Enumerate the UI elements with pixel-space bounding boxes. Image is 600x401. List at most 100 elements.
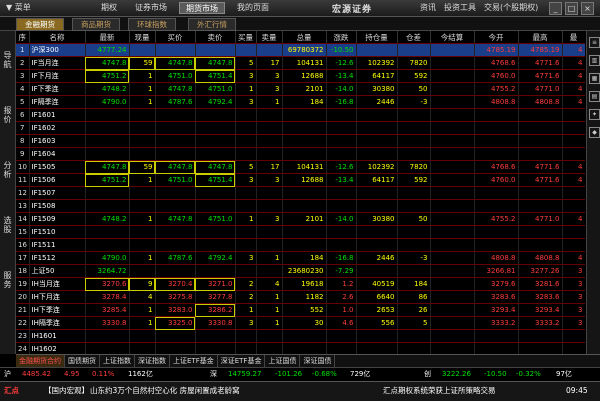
btab-sz-etf[interactable]: 深证ETF基金	[218, 355, 266, 367]
list-icon[interactable]: ≡	[589, 37, 600, 48]
chart-icon[interactable]: ▥	[589, 55, 600, 66]
subtab-commodity-futures[interactable]: 商品期货	[72, 18, 120, 31]
sidebar-item-services[interactable]: 服务	[2, 271, 13, 289]
table-row[interactable]: 13 IF1508	[16, 199, 585, 213]
table-cell: 1	[256, 251, 283, 265]
table-row[interactable]: 1 沪深300 4777.24 69780372 -10.50 4785.19 4785.1…	[16, 43, 585, 57]
nav-tab-securities[interactable]: 证券市场	[129, 2, 173, 14]
table-row[interactable]: 11 IF1506 4751.2 1 4751.0 4751.4 3 3 12688 -13.4 6…	[16, 173, 585, 187]
table-row[interactable]: 12 IF1507	[16, 186, 585, 200]
index-sh-amount: 1162亿	[128, 370, 153, 378]
btab-sh-etf[interactable]: 上证ETF基金	[170, 355, 218, 367]
table-cell: 2101	[282, 82, 327, 96]
table-row[interactable]: 14 IF1509 4748.2 1 4747.8 4751.0 1 3 2101 -14.0 30…	[16, 212, 585, 226]
table-row[interactable]: 15 IF1510	[16, 225, 585, 239]
news-ticker[interactable]: 山东约3万个自然村空心化 房屋闲置成老龄窝	[90, 386, 240, 396]
doc-icon[interactable]: ▤	[589, 91, 600, 102]
table-row[interactable]: 6 IF1601	[16, 108, 585, 122]
col-header-open-interest[interactable]: 持仓量	[356, 31, 398, 44]
btab-sz-index[interactable]: 深证指数	[135, 355, 170, 367]
col-header-name[interactable]: 名称	[29, 31, 86, 44]
table-row[interactable]: 5 IF隔季连 4790.0 1 4787.6 4792.4 3 1 184 -16.8 2446-…	[16, 95, 585, 109]
col-header-total-vol[interactable]: 总量	[282, 31, 327, 44]
table-row[interactable]: 2 IF当月连 4747.8 59 4747.8 4747.8 5 17 104131 -12.6…	[16, 56, 585, 70]
table-row[interactable]: 19 IH当月连 3270.6 9 3270.4 3271.0 2 4 19618 1.2 4051…	[16, 277, 585, 291]
table-row[interactable]: 17 IF1512 4790.0 1 4787.6 4792.4 3 1 184 -16.8 244…	[16, 251, 585, 265]
table-row[interactable]: 8 IF1603	[16, 134, 585, 148]
table-cell: 86	[397, 290, 431, 304]
table-row[interactable]: 7 IF1602	[16, 121, 585, 135]
table-cell	[195, 121, 236, 135]
nav-tab-my-page[interactable]: 我的页面	[231, 2, 275, 14]
col-header-open[interactable]: 今开	[474, 31, 519, 44]
col-header-cur-vol[interactable]: 现量	[129, 31, 156, 44]
sidebar-item-quotes[interactable]: 报价	[2, 106, 13, 124]
menu-news[interactable]: 资讯	[420, 2, 436, 14]
table-row[interactable]: 3 IF下月连 4751.2 1 4751.0 4751.4 3 3 12688 -13.4 641…	[16, 69, 585, 83]
table-cell	[256, 342, 283, 354]
table-row[interactable]: 21 IH下季连 3285.4 1 3283.0 3286.2 1 1 552 1.0 2653 26…	[16, 303, 585, 317]
table-cell	[155, 342, 196, 354]
table-row[interactable]: 20 IH下月连 3278.4 4 3275.8 3277.8 2 1 1182 2.6 6640 8…	[16, 290, 585, 304]
table-row[interactable]: 23 IH1601	[16, 329, 585, 343]
table-cell	[430, 238, 475, 252]
table-row[interactable]: 10 IF1505 4747.8 59 4747.8 4747.8 5 17 104131 -12…	[16, 160, 585, 174]
table-row[interactable]: 22 IH隔季连 3330.8 1 3325.0 3330.8 3 1 30 4.6 556 5 333…	[16, 316, 585, 330]
maximize-button[interactable]: □	[565, 2, 578, 15]
col-header-bid[interactable]: 买价	[155, 31, 196, 44]
table-row[interactable]: 16 IF1511	[16, 238, 585, 252]
nav-tab-futures[interactable]: 期货市场	[179, 2, 225, 14]
table-cell	[195, 238, 236, 252]
table-cell: 3277.26	[518, 264, 563, 278]
table-cell: 12688	[282, 69, 327, 83]
news-tag[interactable]: 【国内宏观】	[44, 386, 89, 396]
table-cell: IF1512	[29, 251, 86, 265]
col-header-last[interactable]: 最新	[85, 31, 130, 44]
btab-bond-futures[interactable]: 国债期货	[65, 355, 100, 367]
col-header-ask[interactable]: 卖价	[195, 31, 236, 44]
btab-sh-bond[interactable]: 上证国债	[265, 355, 301, 367]
table-row[interactable]: 4 IF下季连 4748.2 1 4747.8 4751.0 1 3 2101 -14.0 3038…	[16, 82, 585, 96]
table-cell: 4755.2	[474, 212, 519, 226]
table-cell	[129, 186, 156, 200]
sidebar-item-stock-picker[interactable]: 选股	[2, 216, 13, 234]
col-header-ask-vol[interactable]: 卖量	[256, 31, 283, 44]
table-cell: 4	[562, 95, 585, 109]
btab-financial-futures[interactable]: 金融期货合约	[16, 355, 65, 367]
col-header-bid-vol[interactable]: 买量	[235, 31, 257, 44]
col-header-last-col[interactable]: 最	[562, 31, 585, 44]
btab-sz-bond[interactable]: 深证国债	[300, 355, 336, 367]
table-cell	[397, 199, 431, 213]
table-row[interactable]: 9 IF1604	[16, 147, 585, 161]
table-cell	[430, 290, 475, 304]
menu-trade[interactable]: 交易(个股期权)	[484, 2, 538, 14]
table-cell	[397, 264, 431, 278]
table-cell	[397, 147, 431, 161]
subtab-global-index[interactable]: 环球指数	[128, 18, 176, 31]
table-row[interactable]: 24 IH1602	[16, 342, 585, 354]
nav-tab-options[interactable]: 期权	[95, 2, 123, 14]
sidebar-item-analysis[interactable]: 分析	[2, 161, 13, 179]
alert-icon[interactable]: ◆	[589, 127, 600, 138]
minimize-button[interactable]: _	[549, 2, 562, 15]
main-menu-button[interactable]: ▼ 菜单	[3, 2, 34, 13]
col-header-seq[interactable]: 序	[16, 31, 30, 44]
table-row[interactable]: 18 上证50 3264.72 23680230 -7.29 3266.81 3277.26…	[16, 264, 585, 278]
notice-text[interactable]: 汇点期权系统荣获上证所策略交易	[383, 386, 496, 396]
tool-icon[interactable]: ✦	[589, 109, 600, 120]
grid-icon[interactable]: ▦	[589, 73, 600, 84]
subtab-forex[interactable]: 外汇行情	[188, 18, 236, 31]
col-header-change[interactable]: 涨跌	[326, 31, 357, 44]
btab-sh-index[interactable]: 上证指数	[100, 355, 135, 367]
col-header-high[interactable]: 最高	[518, 31, 563, 44]
table-cell: 7	[16, 121, 30, 135]
table-cell: 9	[16, 147, 30, 161]
menu-invest-tools[interactable]: 投资工具	[444, 2, 476, 14]
close-button[interactable]: ×	[581, 2, 594, 15]
table-cell: 1	[235, 82, 257, 96]
subtab-financial-futures[interactable]: 金融期货	[16, 18, 64, 31]
col-header-settlement[interactable]: 今结算	[430, 31, 475, 44]
sidebar-item-navigation[interactable]: 导航	[2, 51, 13, 69]
col-header-oi-change[interactable]: 仓差	[397, 31, 431, 44]
table-cell: 14	[16, 212, 30, 226]
